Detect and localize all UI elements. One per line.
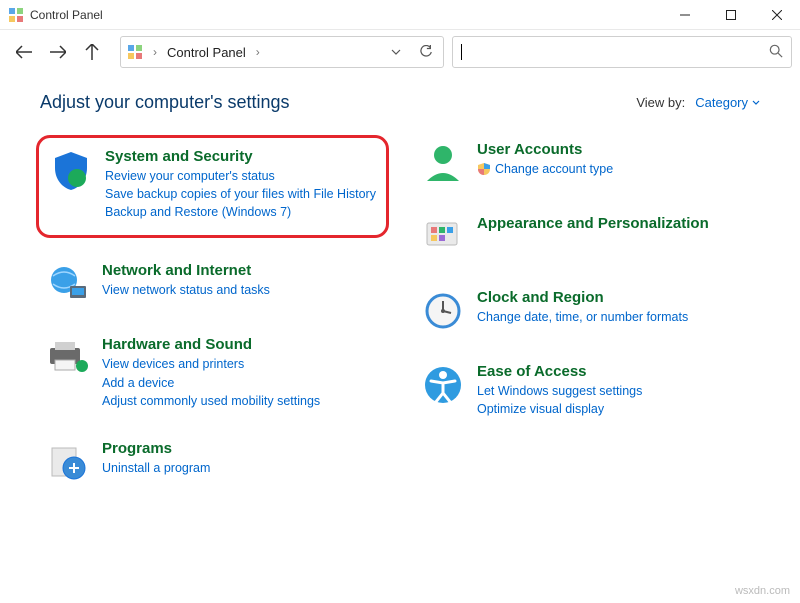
view-by-dropdown[interactable]: Category: [695, 95, 760, 110]
category-ease-of-access[interactable]: Ease of Access Let Windows suggest setti…: [415, 357, 760, 424]
category-title[interactable]: Clock and Region: [477, 289, 754, 306]
chevron-right-icon: ›: [254, 45, 262, 59]
chevron-right-icon: ›: [151, 45, 159, 59]
close-button[interactable]: [754, 0, 800, 30]
maximize-button[interactable]: [708, 0, 754, 30]
titlebar: Control Panel: [0, 0, 800, 30]
search-icon[interactable]: [769, 44, 783, 61]
categories-left-column: System and Security Review your computer…: [40, 135, 385, 508]
app-icon: [8, 7, 24, 23]
search-box[interactable]: [452, 36, 792, 68]
category-link[interactable]: Uninstall a program: [102, 459, 379, 477]
category-link[interactable]: Change account type: [477, 160, 754, 178]
accessibility-icon: [421, 363, 465, 407]
category-programs[interactable]: Programs Uninstall a program: [40, 434, 385, 490]
content-area: Adjust your computer's settings View by:…: [0, 74, 800, 518]
category-link[interactable]: View network status and tasks: [102, 281, 379, 299]
appearance-icon: [421, 215, 465, 259]
back-button[interactable]: [14, 42, 34, 62]
window-title: Control Panel: [30, 8, 103, 22]
category-link-label: Change account type: [495, 160, 613, 178]
search-input[interactable]: [462, 44, 783, 61]
page-title: Adjust your computer's settings: [40, 92, 290, 113]
address-bar[interactable]: › Control Panel ›: [120, 36, 444, 68]
printer-icon: [46, 336, 90, 380]
address-location[interactable]: Control Panel: [167, 45, 246, 60]
category-title[interactable]: System and Security: [105, 148, 376, 165]
content-header: Adjust your computer's settings View by:…: [40, 92, 760, 113]
category-title[interactable]: Hardware and Sound: [102, 336, 379, 353]
category-link[interactable]: Optimize visual display: [477, 400, 754, 418]
categories-right-column: User Accounts Change account type: [415, 135, 760, 508]
category-link[interactable]: Adjust commonly used mobility settings: [102, 392, 379, 410]
globe-icon: [46, 262, 90, 306]
category-hardware-sound[interactable]: Hardware and Sound View devices and prin…: [40, 330, 385, 415]
shield-icon: [49, 148, 93, 192]
category-user-accounts[interactable]: User Accounts Change account type: [415, 135, 760, 191]
category-title[interactable]: User Accounts: [477, 141, 754, 158]
user-icon: [421, 141, 465, 185]
view-by-value: Category: [695, 95, 748, 110]
minimize-button[interactable]: [662, 0, 708, 30]
category-link[interactable]: Let Windows suggest settings: [477, 382, 754, 400]
category-link[interactable]: Add a device: [102, 374, 379, 392]
category-link[interactable]: Save backup copies of your files with Fi…: [105, 185, 376, 203]
category-link[interactable]: Review your computer's status: [105, 167, 376, 185]
nav-arrows: [8, 42, 112, 62]
clock-icon: [421, 289, 465, 333]
category-system-security[interactable]: System and Security Review your computer…: [36, 135, 389, 238]
navigation-toolbar: › Control Panel ›: [0, 30, 800, 74]
category-title[interactable]: Appearance and Personalization: [477, 215, 754, 232]
category-network-internet[interactable]: Network and Internet View network status…: [40, 256, 385, 312]
chevron-down-icon: [752, 99, 760, 107]
category-title[interactable]: Ease of Access: [477, 363, 754, 380]
programs-icon: [46, 440, 90, 484]
address-icon: [127, 44, 143, 60]
watermark: wsxdn.com: [735, 585, 790, 597]
category-title[interactable]: Programs: [102, 440, 379, 457]
category-link[interactable]: Backup and Restore (Windows 7): [105, 203, 376, 221]
category-clock-region[interactable]: Clock and Region Change date, time, or n…: [415, 283, 760, 339]
category-link[interactable]: View devices and printers: [102, 355, 379, 373]
category-title[interactable]: Network and Internet: [102, 262, 379, 279]
forward-button[interactable]: [48, 42, 68, 62]
refresh-button[interactable]: [415, 41, 437, 63]
up-button[interactable]: [82, 42, 102, 62]
categories-columns: System and Security Review your computer…: [40, 135, 760, 508]
view-by-label: View by:: [636, 95, 685, 110]
category-appearance[interactable]: Appearance and Personalization: [415, 209, 760, 265]
address-dropdown-icon[interactable]: [385, 41, 407, 63]
category-link[interactable]: Change date, time, or number formats: [477, 308, 754, 326]
uac-shield-icon: [477, 162, 491, 176]
